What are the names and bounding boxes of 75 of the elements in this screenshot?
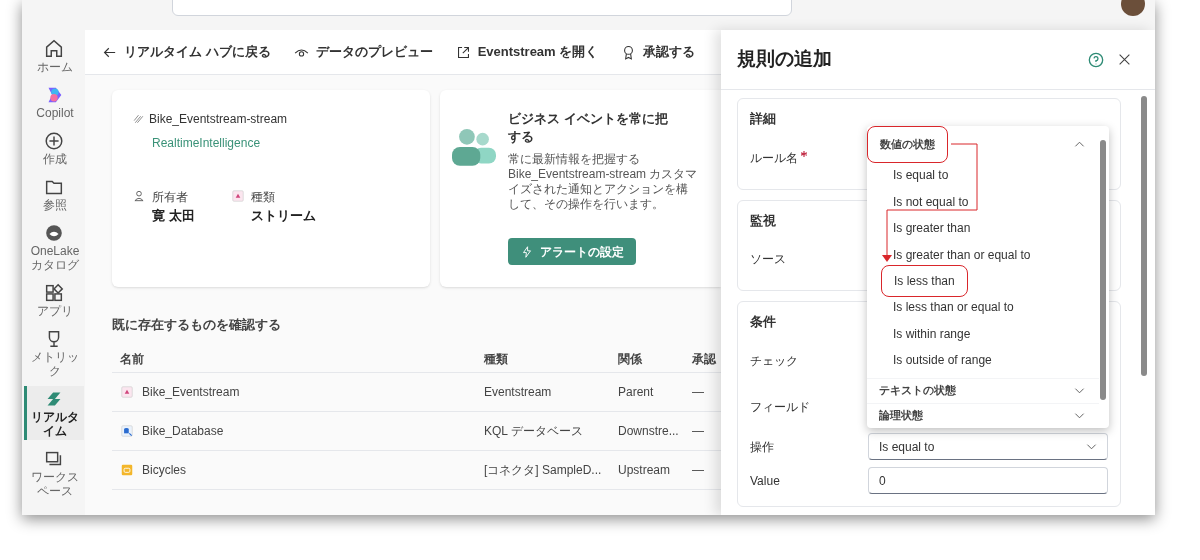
owner-name: 寛 太田 bbox=[152, 207, 195, 225]
nav-item[interactable]: リアルタイム bbox=[23, 386, 84, 440]
person-icon bbox=[132, 189, 146, 203]
column-header: 関係 bbox=[618, 351, 643, 368]
field-label: ルール名 bbox=[750, 148, 807, 167]
column-header: 承認 bbox=[692, 351, 717, 368]
toolbar-button[interactable]: データのプレビュー bbox=[292, 42, 433, 62]
toolbar-button[interactable]: リアルタイム ハブに戻る bbox=[101, 42, 271, 62]
people-illustration bbox=[452, 128, 496, 166]
operator-select[interactable]: Is equal to bbox=[868, 433, 1108, 460]
dropdown-option[interactable]: Is less than bbox=[881, 265, 968, 297]
dropdown-option[interactable]: Is greater than bbox=[881, 215, 983, 242]
table-cell-text: — bbox=[692, 383, 705, 401]
group-header[interactable]: 論理状態 bbox=[867, 404, 935, 427]
lightning-icon bbox=[520, 244, 534, 259]
set-alert-button[interactable]: アラートの設定 bbox=[508, 238, 636, 265]
help-icon[interactable] bbox=[1088, 51, 1104, 68]
card-title: ビジネス イベントを常に把 する bbox=[508, 110, 669, 146]
table-cell-text: Downstre... bbox=[618, 422, 680, 440]
field-label: フィールド bbox=[750, 398, 810, 416]
group-header[interactable]: 数値の状態 bbox=[867, 126, 948, 163]
stream-name: Bike_Eventstream-stream bbox=[149, 111, 288, 128]
eventstream-icon bbox=[230, 189, 245, 203]
dropdown-option[interactable]: Is not equal to bbox=[881, 188, 981, 215]
card-description: 常に最新情報を把握する Bike_Eventstream-stream カスタマ イズされた通知とアクションを構 して、その操作を行います。 bbox=[508, 152, 698, 212]
dropdown-option[interactable]: Is equal to bbox=[881, 162, 961, 189]
field-label: チェック bbox=[750, 352, 798, 370]
table-cell-text: Parent bbox=[618, 383, 655, 401]
nav-item[interactable]: 作成 bbox=[23, 128, 84, 168]
panel-title: 規則の追加 bbox=[737, 47, 833, 72]
item-name: Bicycles bbox=[142, 461, 186, 479]
table-cell-text: Upstream bbox=[618, 461, 671, 479]
section-heading: 監視 bbox=[750, 211, 776, 230]
close-icon[interactable] bbox=[1118, 53, 1131, 66]
required-asterisk-icon bbox=[801, 150, 807, 157]
scrollbar[interactable] bbox=[1141, 96, 1147, 376]
group-header[interactable]: テキストの状態 bbox=[867, 379, 968, 402]
nav-item[interactable]: 参照 bbox=[23, 174, 84, 214]
workspace-link[interactable]: RealtimeIntelligence bbox=[152, 134, 261, 152]
item-name: Bike_Eventstream bbox=[142, 383, 240, 401]
item-name: Bike_Database bbox=[142, 422, 224, 440]
table-cell-text: — bbox=[692, 461, 705, 479]
table-cell-text: [コネクタ] SampleD... bbox=[484, 461, 603, 479]
section-heading: 条件 bbox=[750, 313, 776, 331]
section-title: 既に存在するものを確認する bbox=[112, 316, 282, 334]
table-cell-text: KQL データベース bbox=[484, 422, 584, 440]
field-label: ソース bbox=[750, 251, 786, 268]
dropdown-option[interactable]: Is within range bbox=[881, 320, 983, 347]
toolbar-button[interactable]: Eventstream を開く bbox=[454, 42, 599, 62]
dropdown-scrollbar[interactable] bbox=[1100, 140, 1106, 400]
nav-item[interactable]: メトリック bbox=[23, 326, 84, 380]
nav-item[interactable]: ワークスペース bbox=[23, 446, 84, 500]
type-label: 種類 bbox=[250, 189, 276, 206]
value-field[interactable]: 0 bbox=[868, 467, 1108, 494]
stream-icon bbox=[132, 112, 145, 126]
nav-item[interactable]: Copilot bbox=[23, 82, 84, 122]
dropdown-option[interactable]: Is outside of range bbox=[881, 347, 1004, 374]
database-icon bbox=[120, 423, 134, 438]
owner-label: 所有者 bbox=[152, 189, 189, 206]
nav-item[interactable]: OneLake カタログ bbox=[23, 220, 84, 274]
column-header: 名前 bbox=[120, 351, 145, 368]
eventstream-icon bbox=[120, 384, 134, 399]
field-label: 操作 bbox=[750, 438, 774, 456]
table-cell-text: Eventstream bbox=[484, 383, 553, 401]
toolbar-button[interactable]: 承認する bbox=[620, 42, 696, 62]
connector-icon bbox=[120, 462, 134, 477]
nav-item[interactable]: アプリ bbox=[23, 280, 84, 320]
dropdown-option[interactable]: Is less than or equal to bbox=[881, 294, 1026, 321]
column-header: 種類 bbox=[484, 351, 509, 368]
dropdown-option[interactable]: Is greater than or equal to bbox=[881, 241, 1043, 268]
type-value: ストリーム bbox=[250, 207, 316, 225]
field-label: Value bbox=[750, 472, 780, 490]
table-cell-text: — bbox=[692, 422, 705, 440]
nav-item[interactable]: ホーム bbox=[23, 36, 84, 76]
section-heading: 詳細 bbox=[750, 110, 776, 128]
